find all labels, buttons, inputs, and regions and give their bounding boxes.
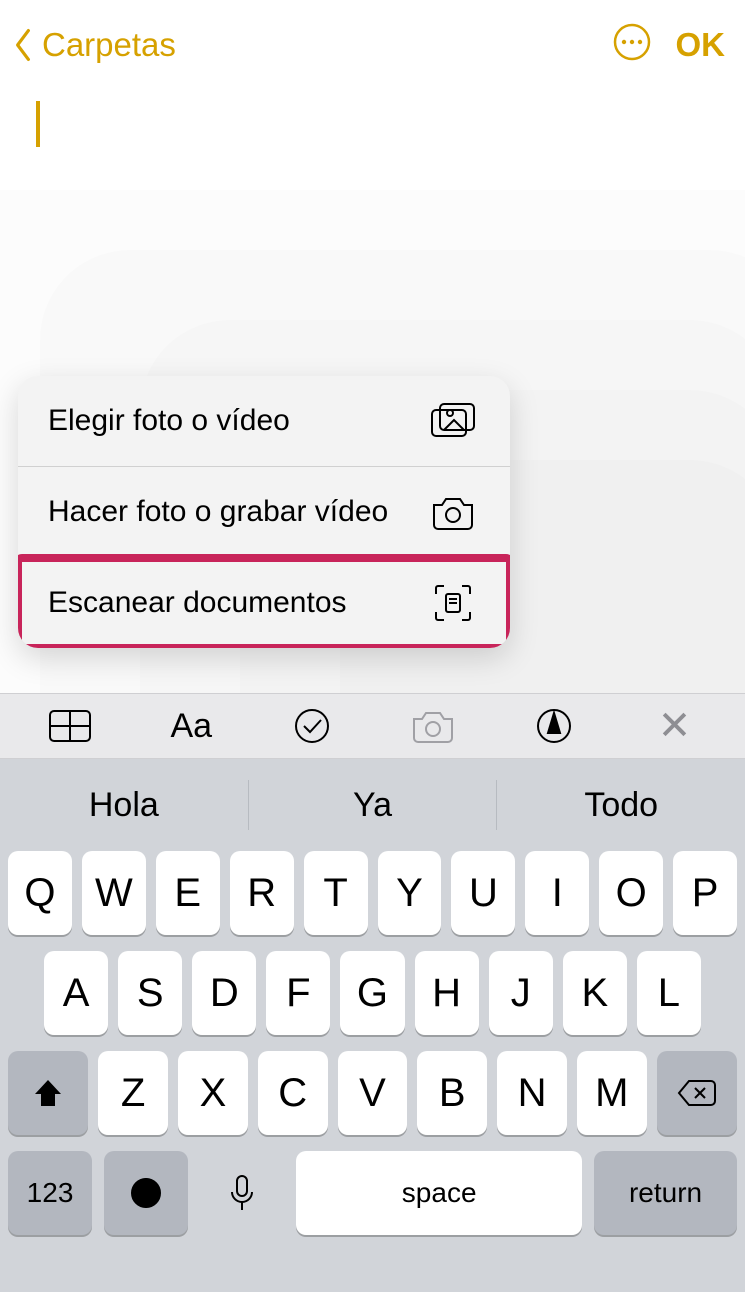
key-p[interactable]: P xyxy=(673,851,737,935)
suggestion-2[interactable]: Ya xyxy=(248,780,497,830)
key-u[interactable]: U xyxy=(451,851,515,935)
scan-documents[interactable]: Escanear documentos xyxy=(18,558,510,648)
take-photo-video[interactable]: Hacer foto o grabar vídeo xyxy=(18,467,510,557)
key-e[interactable]: E xyxy=(156,851,220,935)
photo-library-icon xyxy=(426,402,480,440)
globe-icon xyxy=(129,1176,163,1210)
key-n[interactable]: N xyxy=(497,1051,567,1135)
key-row-3: Z X C V B N M xyxy=(0,1051,745,1135)
markup-tool[interactable] xyxy=(514,693,594,759)
key-j[interactable]: J xyxy=(489,951,553,1035)
space-key[interactable]: space xyxy=(296,1151,582,1235)
key-m[interactable]: M xyxy=(577,1051,647,1135)
key-row-2: A S D F G H J K L xyxy=(0,951,745,1035)
key-s[interactable]: S xyxy=(118,951,182,1035)
nav-bar: Carpetas OK xyxy=(0,0,745,87)
suggestion-3[interactable]: Todo xyxy=(496,780,745,830)
key-k[interactable]: K xyxy=(563,951,627,1035)
key-t[interactable]: T xyxy=(304,851,368,935)
key-h[interactable]: H xyxy=(415,951,479,1035)
camera-icon xyxy=(426,493,480,531)
done-button[interactable]: OK xyxy=(676,26,726,64)
key-y[interactable]: Y xyxy=(378,851,442,935)
notes-format-toolbar: Aa ✕ xyxy=(0,693,745,759)
suggestion-1[interactable]: Hola xyxy=(0,780,248,830)
key-l[interactable]: L xyxy=(637,951,701,1035)
key-o[interactable]: O xyxy=(599,851,663,935)
keyboard: Hola Ya Todo Q W E R T Y U I O P A S D F… xyxy=(0,759,745,1292)
more-button[interactable] xyxy=(612,22,652,67)
text-format-tool[interactable]: Aa xyxy=(151,693,231,759)
back-button[interactable]: Carpetas xyxy=(8,25,176,65)
text-cursor xyxy=(36,101,40,147)
key-f[interactable]: F xyxy=(266,951,330,1035)
close-toolbar[interactable]: ✕ xyxy=(635,693,715,759)
table-tool[interactable] xyxy=(30,693,110,759)
close-icon: ✕ xyxy=(658,703,692,749)
return-key[interactable]: return xyxy=(594,1151,737,1235)
key-q[interactable]: Q xyxy=(8,851,72,935)
key-z[interactable]: Z xyxy=(98,1051,168,1135)
insert-menu-popup: Elegir foto o vídeo Hacer foto o grabar … xyxy=(18,376,510,648)
key-w[interactable]: W xyxy=(82,851,146,935)
key-a[interactable]: A xyxy=(44,951,108,1035)
key-v[interactable]: V xyxy=(338,1051,408,1135)
key-row-1: Q W E R T Y U I O P xyxy=(0,851,745,935)
nav-right: OK xyxy=(612,22,726,67)
key-x[interactable]: X xyxy=(178,1051,248,1135)
key-i[interactable]: I xyxy=(525,851,589,935)
backspace-icon xyxy=(677,1078,717,1108)
microphone-icon xyxy=(229,1174,255,1212)
predictive-text-bar: Hola Ya Todo xyxy=(0,759,745,851)
document-scan-icon xyxy=(426,582,480,624)
key-r[interactable]: R xyxy=(230,851,294,935)
camera-attachment-tool[interactable] xyxy=(393,693,473,759)
dictation-key[interactable] xyxy=(200,1151,284,1235)
key-row-4: 123 space return xyxy=(0,1151,745,1235)
globe-key[interactable] xyxy=(104,1151,188,1235)
shift-icon xyxy=(31,1076,65,1110)
key-b[interactable]: B xyxy=(417,1051,487,1135)
menu-item-label: Escanear documentos xyxy=(48,562,426,644)
key-d[interactable]: D xyxy=(192,951,256,1035)
chevron-left-icon xyxy=(8,25,38,65)
back-label: Carpetas xyxy=(42,26,176,64)
menu-item-label: Hacer foto o grabar vídeo xyxy=(48,471,426,553)
choose-photo-video[interactable]: Elegir foto o vídeo xyxy=(18,376,510,466)
backspace-key[interactable] xyxy=(657,1051,737,1135)
key-c[interactable]: C xyxy=(258,1051,328,1135)
key-g[interactable]: G xyxy=(340,951,404,1035)
numbers-key[interactable]: 123 xyxy=(8,1151,92,1235)
shift-key[interactable] xyxy=(8,1051,88,1135)
note-editor[interactable] xyxy=(0,87,745,207)
checklist-tool[interactable] xyxy=(272,693,352,759)
menu-item-label: Elegir foto o vídeo xyxy=(48,380,426,462)
